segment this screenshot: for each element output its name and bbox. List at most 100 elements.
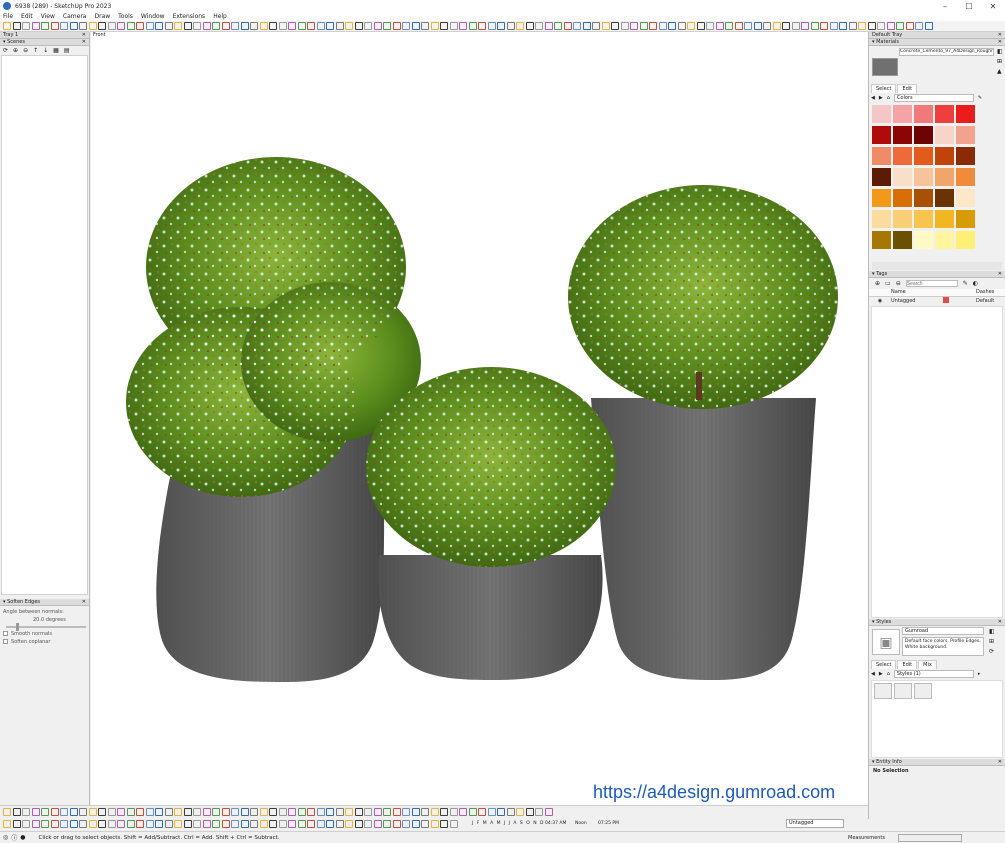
toolbar-tool-icon[interactable] <box>592 22 600 30</box>
toolbar-tool-icon[interactable] <box>430 808 439 816</box>
toolbar-tool-icon[interactable] <box>440 22 448 30</box>
toolbar-tool-icon[interactable] <box>734 22 743 30</box>
display-secondary-icon[interactable]: ◧ <box>997 48 1003 55</box>
toolbar-tool-icon[interactable] <box>316 820 325 828</box>
color-swatch[interactable] <box>872 105 891 123</box>
toolbar-tool-icon[interactable] <box>497 808 505 816</box>
styles-details-icon[interactable]: ▸ <box>978 671 981 677</box>
toolbar-tool-icon[interactable] <box>354 808 363 816</box>
toolbar-tool-icon[interactable] <box>212 22 220 30</box>
toolbar-tool-icon[interactable] <box>402 22 410 30</box>
toolbar-tool-icon[interactable] <box>905 22 914 30</box>
color-swatch[interactable] <box>956 210 975 228</box>
toolbar-tool-icon[interactable] <box>79 808 87 816</box>
toolbar-tool-icon[interactable] <box>725 22 733 30</box>
menu-file[interactable]: File <box>3 13 13 20</box>
menu-window[interactable]: Window <box>141 13 165 20</box>
menu-view[interactable]: View <box>41 13 55 20</box>
toolbar-tool-icon[interactable] <box>421 22 429 30</box>
model-viewport[interactable]: Front https://a4design.gumroad.com <box>91 32 868 805</box>
toolbar-tool-icon[interactable] <box>411 808 420 816</box>
color-swatch[interactable] <box>914 231 933 249</box>
toolbar-tool-icon[interactable] <box>231 808 239 816</box>
toolbar-tool-icon[interactable] <box>430 22 439 30</box>
styles-library-select[interactable]: Styles (1) <box>893 670 974 678</box>
toolbar-tool-icon[interactable] <box>155 808 163 816</box>
toolbar-tool-icon[interactable] <box>164 820 173 828</box>
toolbar-tool-icon[interactable] <box>107 808 116 816</box>
toolbar-tool-icon[interactable] <box>202 22 211 30</box>
forward-icon[interactable]: ▶ <box>879 95 883 101</box>
toolbar-tool-icon[interactable] <box>544 22 553 30</box>
styles-tab-select[interactable]: Select <box>871 660 897 669</box>
color-swatch[interactable] <box>893 147 912 165</box>
color-swatch[interactable] <box>893 105 912 123</box>
toolbar-tool-icon[interactable] <box>658 22 667 30</box>
toolbar-tool-icon[interactable] <box>649 22 657 30</box>
display-secondary-icon[interactable]: ◧ <box>989 628 995 635</box>
color-swatch[interactable] <box>935 210 954 228</box>
toolbar-tool-icon[interactable] <box>107 22 116 30</box>
tags-col-name[interactable]: Name <box>891 289 956 296</box>
toolbar-tool-icon[interactable] <box>79 22 87 30</box>
toolbar-tool-icon[interactable] <box>744 22 752 30</box>
toolbar-tool-icon[interactable] <box>677 22 686 30</box>
toolbar-tool-icon[interactable] <box>60 820 68 828</box>
shadow-months[interactable]: J F M A M J J A S O N D <box>472 821 544 826</box>
toolbar-tool-icon[interactable] <box>782 22 790 30</box>
toolbar-tool-icon[interactable] <box>392 22 401 30</box>
toolbar-tool-icon[interactable] <box>60 808 68 816</box>
delete-tag-icon[interactable]: ⊖ <box>896 280 901 287</box>
toolbar-tool-icon[interactable] <box>278 820 287 828</box>
toolbar-tool-icon[interactable] <box>791 22 800 30</box>
color-swatch[interactable] <box>893 189 912 207</box>
sample-paint-icon[interactable]: ✎ <box>978 95 982 101</box>
toolbar-tool-icon[interactable] <box>164 808 173 816</box>
toolbar-tool-icon[interactable] <box>696 22 705 30</box>
toolbar-tool-icon[interactable] <box>364 808 372 816</box>
toolbar-tool-icon[interactable] <box>354 22 363 30</box>
toolbar-tool-icon[interactable] <box>307 22 315 30</box>
materials-close-icon[interactable]: ✕ <box>998 39 1002 46</box>
toolbar-tool-icon[interactable] <box>3 808 11 816</box>
toolbar-tool-icon[interactable] <box>41 22 49 30</box>
toolbar-tool-icon[interactable] <box>278 808 287 816</box>
styles-tab-edit[interactable]: Edit <box>897 660 918 669</box>
toolbar-tool-icon[interactable] <box>250 22 258 30</box>
add-scene-icon[interactable]: ⊕ <box>13 47 18 54</box>
styles-tab-mix[interactable]: Mix <box>918 660 937 669</box>
color-swatch[interactable] <box>914 126 933 144</box>
toolbar-tool-icon[interactable] <box>98 22 106 30</box>
soften-edges-header[interactable]: ▾ Soften Edges ✕ <box>0 599 89 606</box>
toolbar-tool-icon[interactable] <box>402 820 410 828</box>
color-swatch[interactable] <box>914 168 933 186</box>
toolbar-tool-icon[interactable] <box>155 820 163 828</box>
style-item[interactable] <box>914 683 932 699</box>
toolbar-tool-icon[interactable] <box>886 22 895 30</box>
toolbar-tool-icon[interactable] <box>259 22 268 30</box>
toolbar-tool-icon[interactable] <box>212 808 220 816</box>
toolbar-tool-icon[interactable] <box>136 22 144 30</box>
color-swatch[interactable] <box>956 105 975 123</box>
toolbar-tool-icon[interactable] <box>126 820 135 828</box>
color-swatch[interactable] <box>893 210 912 228</box>
toolbar-tool-icon[interactable] <box>801 22 809 30</box>
tags-col-dashes[interactable]: Dashes <box>976 289 994 296</box>
toolbar-tool-icon[interactable] <box>136 808 144 816</box>
toolbar-tool-icon[interactable] <box>364 820 372 828</box>
toolbar-tool-icon[interactable] <box>516 808 524 816</box>
toolbar-tool-icon[interactable] <box>563 22 572 30</box>
scenes-close-icon[interactable]: ✕ <box>82 39 86 46</box>
toolbar-tool-icon[interactable] <box>183 22 192 30</box>
toolbar-tool-icon[interactable] <box>22 820 30 828</box>
toolbar-tool-icon[interactable] <box>307 808 315 816</box>
toolbar-tool-icon[interactable] <box>820 22 828 30</box>
toolbar-tool-icon[interactable] <box>810 22 819 30</box>
soften-close-icon[interactable]: ✕ <box>82 599 86 606</box>
toolbar-tool-icon[interactable] <box>41 820 49 828</box>
tags-header[interactable]: ▾ Tags ✕ <box>869 271 1005 278</box>
toolbar-tool-icon[interactable] <box>335 820 344 828</box>
toolbar-tool-icon[interactable] <box>50 22 59 30</box>
toolbar-tool-icon[interactable] <box>98 820 106 828</box>
toolbar-tool-icon[interactable] <box>240 22 249 30</box>
